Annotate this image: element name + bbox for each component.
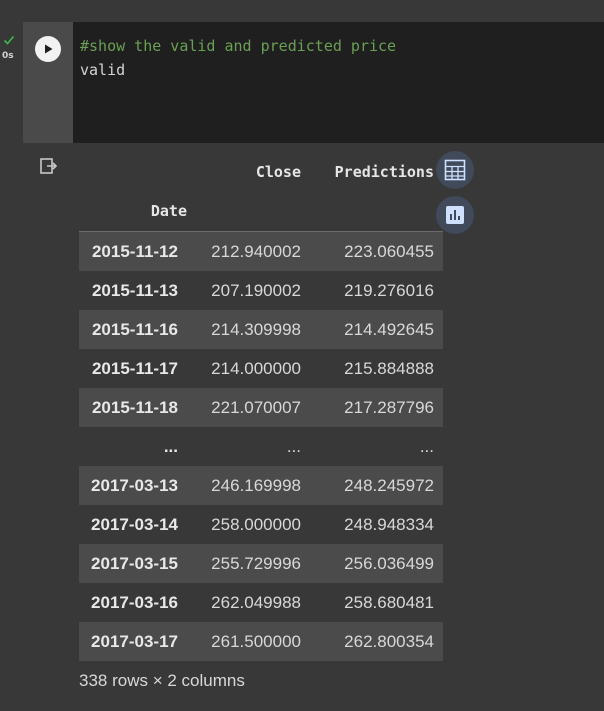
row-index: 2017-03-15 bbox=[91, 554, 178, 573]
dataframe-shape-text: 338 rows × 2 columns bbox=[79, 671, 245, 690]
play-icon bbox=[45, 44, 53, 54]
table-row: 2017-03-15 255.729996 256.036499 bbox=[79, 544, 443, 583]
bar-chart-icon bbox=[446, 206, 464, 224]
cell-predictions: 248.948334 bbox=[344, 515, 434, 534]
row-index: 2017-03-17 bbox=[91, 632, 178, 651]
table-row: 2015-11-18 221.070007 217.287796 bbox=[79, 388, 443, 427]
execution-time: 0s bbox=[2, 51, 14, 61]
cell-predictions: 215.884888 bbox=[344, 359, 434, 378]
table-row-ellipsis: ... ... ... bbox=[79, 427, 443, 466]
top-strip bbox=[0, 0, 604, 22]
table-row: 2017-03-13 246.169998 248.245972 bbox=[79, 466, 443, 505]
row-index: 2015-11-17 bbox=[91, 359, 178, 378]
cell-close: 212.940002 bbox=[211, 242, 301, 261]
table-row: 2017-03-16 262.049988 258.680481 bbox=[79, 583, 443, 622]
cell-close: 262.049988 bbox=[211, 593, 301, 612]
cell-close: 261.500000 bbox=[211, 632, 301, 651]
suggest-charts-button[interactable] bbox=[436, 196, 474, 234]
index-name: Date bbox=[79, 192, 187, 232]
cell-predictions: 256.036499 bbox=[344, 554, 434, 573]
row-index: 2015-11-18 bbox=[91, 398, 178, 417]
table-row: 2017-03-17 261.500000 262.800354 bbox=[79, 622, 443, 661]
cell-close: 207.190002 bbox=[211, 281, 301, 300]
cell-close: 258.000000 bbox=[211, 515, 301, 534]
cell-predictions: 223.060455 bbox=[344, 242, 434, 261]
left-gutter bbox=[0, 22, 23, 711]
cell-predictions: 219.276016 bbox=[344, 281, 434, 300]
row-index: 2015-11-13 bbox=[91, 281, 178, 300]
dataframe-table: Close Predictions Date 2015-11-12 212.94… bbox=[79, 152, 443, 661]
row-index: ... bbox=[163, 437, 178, 456]
row-index: 2017-03-14 bbox=[91, 515, 178, 534]
output-action-icon[interactable] bbox=[38, 156, 58, 176]
row-index: 2017-03-16 bbox=[91, 593, 178, 612]
cell-close: ... bbox=[286, 437, 301, 456]
cell-predictions: 214.492645 bbox=[344, 320, 434, 339]
cell-predictions: 262.800354 bbox=[344, 632, 434, 651]
row-index: 2015-11-12 bbox=[91, 242, 178, 261]
cell-predictions: ... bbox=[419, 437, 434, 456]
cell-predictions: 258.680481 bbox=[344, 593, 434, 612]
cell-predictions: 217.287796 bbox=[344, 398, 434, 417]
table-row: 2015-11-17 214.000000 215.884888 bbox=[79, 349, 443, 388]
row-index: 2017-03-13 bbox=[91, 476, 178, 495]
row-index: 2015-11-16 bbox=[91, 320, 178, 339]
column-header-close: Close bbox=[255, 162, 301, 181]
interactive-table-button[interactable] bbox=[436, 151, 474, 189]
cell-close: 246.169998 bbox=[211, 476, 301, 495]
code-editor[interactable]: #show the valid and predicted price vali… bbox=[73, 22, 604, 143]
table-row: 2017-03-14 258.000000 248.948334 bbox=[79, 505, 443, 544]
table-row: 2015-11-13 207.190002 219.276016 bbox=[79, 271, 443, 310]
table-row: 2015-11-12 212.940002 223.060455 bbox=[79, 231, 443, 271]
cell-close: 214.000000 bbox=[211, 359, 301, 378]
cell-predictions: 248.245972 bbox=[344, 476, 434, 495]
cell-close: 255.729996 bbox=[211, 554, 301, 573]
run-cell-button[interactable] bbox=[35, 36, 61, 62]
table-icon bbox=[444, 159, 466, 181]
cell-close: 214.309998 bbox=[211, 320, 301, 339]
code-comment-line: #show the valid and predicted price bbox=[80, 37, 397, 55]
table-row: 2015-11-16 214.309998 214.492645 bbox=[79, 310, 443, 349]
code-line: valid bbox=[80, 61, 126, 79]
column-header-predictions: Predictions bbox=[334, 162, 434, 181]
checkmark-icon bbox=[3, 35, 15, 45]
cell-close: 221.070007 bbox=[211, 398, 301, 417]
